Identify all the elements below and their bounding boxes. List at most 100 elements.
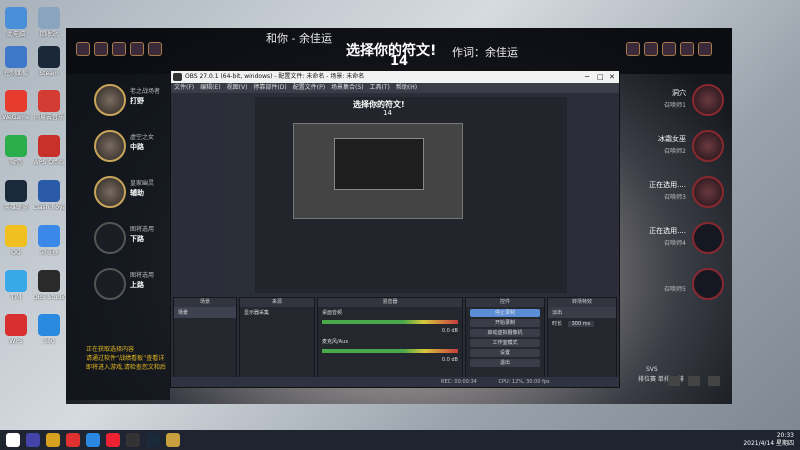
mixer-level: 0.0 dB [441, 328, 458, 334]
preview-capture: 选择你的符文! 14 [223, 97, 567, 293]
wegame-taskbar-icon[interactable] [166, 433, 180, 447]
dock-title: 场景 [174, 298, 236, 307]
chat-button[interactable] [668, 376, 680, 386]
dock-title: 来源 [240, 298, 314, 307]
desktop-icon[interactable]: OBS Studio [33, 269, 65, 314]
desktop-icon-label: WPS [9, 338, 23, 346]
ban-icon [112, 42, 126, 56]
ban-icon [130, 42, 144, 56]
desktop-icon[interactable]: 回收站 [33, 7, 65, 51]
scene-item[interactable]: 场景 [174, 307, 236, 318]
obs-menu-item[interactable]: 视图(V) [227, 84, 248, 91]
audio-meter [322, 349, 458, 353]
dock-title: 控件 [466, 298, 544, 307]
lol-taskbar-icon[interactable] [146, 433, 160, 447]
obs-taskbar-icon[interactable] [126, 433, 140, 447]
enemy-summoner: 召唤师4 [664, 240, 686, 247]
obs-menu-item[interactable]: 帮助(H) [396, 84, 417, 91]
obs-menu-item[interactable]: 文件(F) [174, 84, 194, 91]
lane-label: 中路 [130, 143, 144, 151]
browser-icon[interactable] [66, 433, 80, 447]
ally-pick-2[interactable]: 虚空之女 中路 [66, 124, 170, 170]
obs-menu-item[interactable]: 场景集合(S) [331, 84, 364, 91]
app-icon [5, 90, 27, 113]
desktop-icon[interactable]: 英雄联盟 [0, 180, 32, 224]
desktop-icon-label: 回收站 [39, 31, 58, 39]
ban-icon [626, 42, 640, 56]
taskbar-clock[interactable]: 20:33 2021/4/14 星期四 [743, 432, 794, 448]
app-icon [38, 314, 60, 337]
summoner-name: 老之战场者 [130, 88, 161, 95]
start-recording-button[interactable]: 开始录制 [470, 319, 540, 327]
desktop-icon[interactable]: 控制面板 [0, 45, 32, 90]
lane-label: 打野 [130, 97, 144, 105]
obs-menu-item[interactable]: 工具(T) [370, 84, 390, 91]
desktop-icon[interactable]: QQ [0, 224, 32, 269]
start-icon[interactable] [6, 433, 20, 447]
app-icon [38, 135, 60, 158]
desktop-icon[interactable]: 浏览器 [33, 224, 65, 269]
enemy-summoner: 召唤师3 [664, 194, 686, 201]
obs-menu-item[interactable]: 配置文件(P) [293, 84, 325, 91]
settings-button[interactable]: 设置 [470, 349, 540, 357]
audio-meter [322, 320, 458, 324]
chat-log: 正在获取选择内容 请通过软件“战绩看板”查看详 即将进入游戏,请检查您文和后 [86, 344, 166, 371]
song-prev: 和你 - 余佳运 [266, 32, 332, 45]
clock-time: 20:33 [776, 432, 794, 439]
app-icon [5, 135, 27, 158]
maximize-icon[interactable]: □ [597, 71, 605, 83]
desktop-icon[interactable]: TIM [0, 269, 32, 314]
ally-pick-1[interactable]: 老之战场者 打野 [66, 78, 170, 124]
friends-button[interactable] [688, 376, 700, 386]
mic-button[interactable] [708, 376, 720, 386]
enemy-summoner: 召唤师2 [664, 148, 686, 155]
desktop-icon[interactable]: Clash Royale [33, 180, 65, 224]
enemy-pick-5: 召唤师5 [622, 262, 732, 308]
enemy-name: 正在选用.... [649, 181, 686, 189]
transition-select[interactable]: 淡出 [548, 307, 616, 318]
summoner-name: 图将选用 [130, 226, 155, 233]
source-item[interactable]: 显示器采集 [240, 307, 314, 318]
desktop-icon[interactable]: WeGame [0, 90, 32, 134]
obs-menubar: 文件(F) 编辑(E) 视图(V) 停靠部件(D) 配置文件(P) 场景集合(S) 工具(T… [171, 83, 619, 93]
summoner-name: 图将选用 [130, 272, 155, 279]
desktop-icon[interactable]: WPS Office [33, 135, 65, 179]
stop-recording-button[interactable]: 停止录制 [470, 309, 540, 317]
folder-icon[interactable] [46, 433, 60, 447]
taskbar: 20:33 2021/4/14 星期四 [0, 430, 800, 450]
enemy-name: 正在选用.... [649, 227, 686, 235]
desktop-icon[interactable]: 360 [33, 314, 65, 358]
studio-mode-button[interactable]: 工作室模式 [470, 339, 540, 347]
controls-dock: 控件 停止录制 开始录制 启动虚拟摄像机 工作室模式 设置 退出 [465, 297, 545, 385]
desktop-icon[interactable]: Steam [33, 45, 65, 90]
song-credit: 作词：余佳运 [452, 46, 518, 59]
ally-pick-5[interactable]: 图将选用 上路 [66, 262, 170, 308]
mixer-channel-label: 麦克风/Aux [322, 339, 349, 345]
nested-preview-2 [334, 138, 424, 190]
edge-icon[interactable] [86, 433, 100, 447]
scenes-dock: 场景 场景 [173, 297, 237, 385]
desktop-icon[interactable]: 此电脑 [0, 7, 32, 51]
desktop-icon[interactable]: 网易云音乐 [33, 90, 65, 134]
file-explorer-icon[interactable] [26, 433, 40, 447]
exit-button[interactable]: 退出 [470, 359, 540, 367]
obs-menu-item[interactable]: 停靠部件(D) [253, 84, 286, 91]
obs-menu-item[interactable]: 编辑(E) [200, 84, 220, 91]
rec-time: REC: 00:00:34 [441, 379, 477, 385]
obs-preview: 选择你的符文! 14 [223, 97, 567, 293]
virtual-camera-button[interactable]: 启动虚拟摄像机 [470, 329, 540, 337]
desktop-icon[interactable]: 微信 [0, 135, 32, 179]
close-icon[interactable]: ✕ [609, 71, 617, 83]
ally-pick-3[interactable]: 皇家幽灵 辅助 [66, 170, 170, 216]
netease-icon[interactable] [106, 433, 120, 447]
ally-pick-4[interactable]: 图将选用 下路 [66, 216, 170, 262]
desktop-icon[interactable]: WPS [0, 314, 32, 358]
app-icon [38, 180, 60, 202]
ban-icon [76, 42, 90, 56]
desktop-icon-label: Clash Royale [33, 204, 65, 211]
minimize-icon[interactable]: ─ [585, 71, 593, 83]
champion-avatar [692, 130, 724, 162]
pick-timer: 14 [390, 54, 409, 69]
duration-input[interactable]: 300 ms [567, 321, 595, 327]
app-icon [38, 269, 60, 292]
